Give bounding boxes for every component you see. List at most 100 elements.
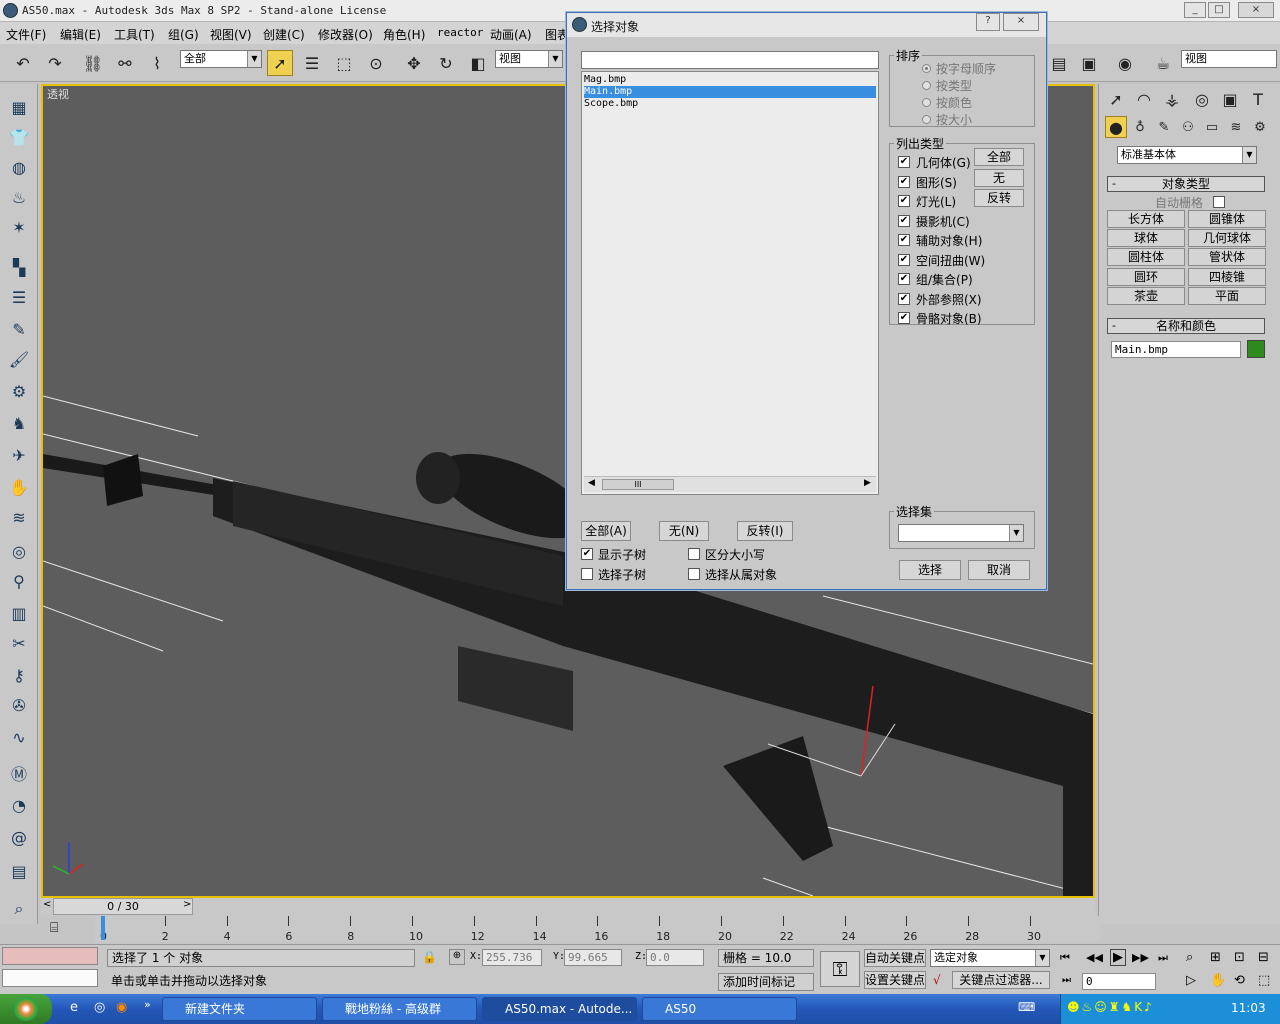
types-none-button[interactable]: 无 xyxy=(974,169,1024,187)
list-item-selected[interactable]: Main.bmp xyxy=(584,86,876,98)
figure-icon[interactable]: ⚲ xyxy=(5,568,33,594)
wheel-icon[interactable]: ✇ xyxy=(5,692,33,718)
menu-group[interactable]: 组(G) xyxy=(168,26,199,43)
type-geometry-checkbox[interactable]: ✔ xyxy=(898,156,910,168)
sort-size-radio[interactable] xyxy=(922,115,931,124)
task-new-folder[interactable]: 新建文件夹 xyxy=(162,997,317,1021)
type-bones-checkbox[interactable]: ✔ xyxy=(898,312,910,324)
zoom-all-icon[interactable]: ⊞ xyxy=(1210,950,1221,965)
display-subtree-checkbox[interactable]: ✔ xyxy=(581,548,593,560)
sort-alpha-label[interactable]: 按字母顺序 xyxy=(936,60,996,77)
star-icon[interactable]: ✶ xyxy=(5,214,33,240)
sphere-button[interactable]: 球体 xyxy=(1107,229,1185,247)
select-by-name-icon[interactable]: ☰ xyxy=(299,50,325,76)
type-helpers-checkbox[interactable]: ✔ xyxy=(898,234,910,246)
scroll-left-icon[interactable]: ◀ xyxy=(588,478,595,488)
key-icon[interactable]: ⚿ xyxy=(820,951,860,987)
search-input[interactable] xyxy=(581,51,879,69)
layer-manager-icon[interactable]: ▤ xyxy=(1046,50,1072,76)
modify-tab-icon[interactable]: ◠ xyxy=(1131,86,1157,112)
zoom-extents-icon[interactable]: ⊡ xyxy=(1234,950,1245,965)
case-sensitive-checkbox[interactable] xyxy=(688,548,700,560)
curve-editor-icon[interactable]: ▣ xyxy=(1076,50,1102,76)
start-button[interactable] xyxy=(0,994,52,1024)
object-name-field[interactable]: Main.bmp xyxy=(1111,341,1241,358)
track-bar[interactable]: 024681012141618202224262830 xyxy=(95,916,1100,943)
menu-animation[interactable]: 动画(A) xyxy=(490,26,532,43)
plane-button[interactable]: 平面 xyxy=(1188,287,1266,305)
help-button[interactable]: ? xyxy=(976,13,1000,31)
rotate-icon[interactable]: ↻ xyxy=(433,50,459,76)
maximize-viewport-icon[interactable]: ⬚ xyxy=(1258,973,1270,988)
wave-icon[interactable]: ≋ xyxy=(5,504,33,530)
create-tab-icon[interactable]: ➚ xyxy=(1103,86,1129,112)
menu-modifiers[interactable]: 修改器(O) xyxy=(318,26,373,43)
auto-key-button[interactable]: 自动关键点 xyxy=(864,949,926,967)
geometry-icon[interactable]: ● xyxy=(1105,116,1127,138)
list-item[interactable]: Scope.bmp xyxy=(584,98,876,110)
object-type-rollout[interactable]: - 对象类型 xyxy=(1107,176,1265,192)
motion-tab-icon[interactable]: ◎ xyxy=(1189,86,1215,112)
helpers-icon[interactable]: ▭ xyxy=(1201,116,1223,138)
scroll-thumb[interactable]: III xyxy=(602,479,674,490)
browser-icon[interactable]: ◎ xyxy=(94,1000,105,1015)
select-button[interactable]: 选择 xyxy=(899,560,961,580)
pan-icon[interactable]: ✋ xyxy=(1210,973,1226,988)
undo-icon[interactable]: ↶ xyxy=(10,50,36,76)
maxscript-input-mini[interactable] xyxy=(2,969,98,987)
sort-type-label[interactable]: 按类型 xyxy=(936,77,972,94)
add-time-tag-button[interactable]: 添加时间标记 xyxy=(718,973,814,991)
pin-icon[interactable]: ⚷ xyxy=(5,662,33,688)
spray-icon[interactable]: ✈ xyxy=(5,442,33,468)
time-slider-thumb[interactable]: 0 / 30 xyxy=(53,898,193,915)
selection-filter-combo[interactable]: 全部 ▼ xyxy=(180,50,262,68)
globe-icon[interactable]: ◔ xyxy=(5,792,33,818)
task-as50-folder[interactable]: AS50 xyxy=(642,997,797,1021)
maxscript-listener-mini[interactable] xyxy=(2,947,98,965)
menu-views[interactable]: 视图(V) xyxy=(210,26,252,43)
category-combo[interactable]: 标准基本体 ▼ xyxy=(1117,146,1257,164)
lock-icon[interactable]: 🔒 xyxy=(422,950,437,964)
zoom-extents-all-icon[interactable]: ⊟ xyxy=(1258,950,1269,965)
render-scene-icon[interactable]: ☕ xyxy=(1150,50,1176,76)
object-color-swatch[interactable] xyxy=(1247,340,1265,358)
cylinder-button[interactable]: 圆柱体 xyxy=(1107,248,1185,266)
type-shapes-checkbox[interactable]: ✔ xyxy=(898,175,910,188)
checker-icon[interactable]: ▚ xyxy=(5,254,33,280)
object-list[interactable]: Mag.bmp Main.bmp Scope.bmp ◀ III ▶ xyxy=(581,71,879,495)
autogrid-checkbox[interactable] xyxy=(1213,196,1225,208)
play-icon[interactable]: ▶ xyxy=(1110,949,1126,966)
type-helpers-label[interactable]: 辅助对象(H) xyxy=(916,232,982,249)
menu-character[interactable]: 角色(H) xyxy=(383,26,425,43)
lights-icon[interactable]: ✎ xyxy=(1153,116,1175,138)
box-button[interactable]: 长方体 xyxy=(1107,210,1185,228)
menu-file[interactable]: 文件(F) xyxy=(6,26,46,43)
biped-icon[interactable]: ♞ xyxy=(5,410,33,436)
ie-icon[interactable]: e xyxy=(70,1000,78,1015)
track-bar-menu-icon[interactable]: ⌸ xyxy=(50,920,72,938)
hand-icon[interactable]: ✋ xyxy=(5,474,33,500)
box-icon[interactable]: ▥ xyxy=(5,600,33,626)
layers-icon[interactable]: ☰ xyxy=(5,284,33,310)
maximize-button[interactable]: □ xyxy=(1208,2,1230,18)
menu-edit[interactable]: 编辑(E) xyxy=(60,26,101,43)
spacewarps-icon[interactable]: ≋ xyxy=(1225,116,1247,138)
material-editor-icon[interactable]: ◉ xyxy=(1112,50,1138,76)
zoom-icon[interactable]: ⌕ xyxy=(1186,950,1193,965)
arc-rotate-icon[interactable]: ⟲ xyxy=(1234,973,1245,988)
type-space-warps-label[interactable]: 空间扭曲(W) xyxy=(916,252,985,269)
tray-icons[interactable]: ☻♨☺♜♞K♪ xyxy=(1067,1000,1154,1014)
type-shapes-label[interactable]: 图形(S) xyxy=(916,174,957,191)
scroll-right-icon[interactable]: ▶ xyxy=(864,478,871,488)
key-mode-combo[interactable]: 选定对象 ▼ xyxy=(930,949,1050,967)
key-mode-toggle-icon[interactable]: ⏭ xyxy=(1062,975,1071,986)
type-xrefs-label[interactable]: 外部参照(X) xyxy=(916,291,982,308)
shirt-icon[interactable]: 👕 xyxy=(5,124,33,150)
pencil-icon[interactable]: ✎ xyxy=(5,316,33,342)
dialog-close-button[interactable]: × xyxy=(1003,13,1039,31)
teapot-button[interactable]: 茶壶 xyxy=(1107,287,1185,305)
cancel-button[interactable]: 取消 xyxy=(968,560,1030,580)
field-of-view-icon[interactable]: ▷ xyxy=(1186,973,1196,988)
go-to-end-icon[interactable]: ⏭ xyxy=(1158,951,1168,965)
magnifier-icon[interactable]: ⌕ xyxy=(5,896,33,922)
